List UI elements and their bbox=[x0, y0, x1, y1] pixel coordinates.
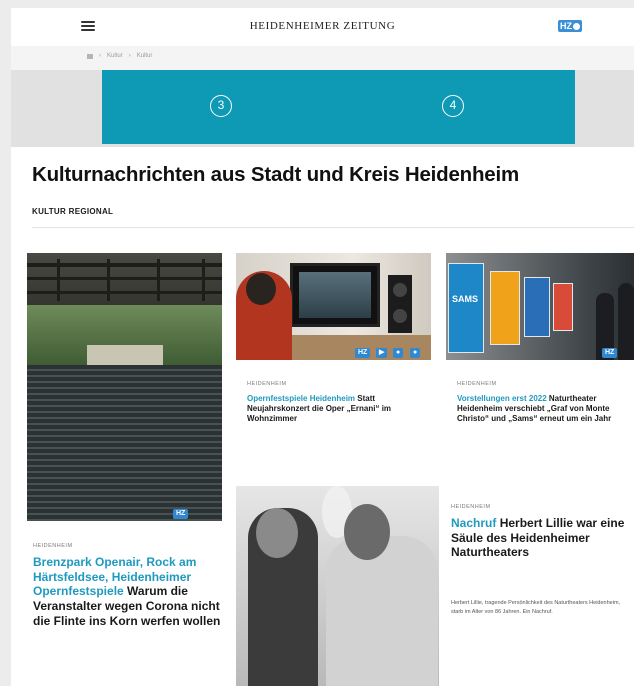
page: HEIDENHEIMER ZEITUNG HZ › Kultur › Kultu… bbox=[11, 8, 634, 686]
article-headline[interactable]: Nachruf Herbert Lillie war eine Säule de… bbox=[451, 516, 627, 560]
article-image[interactable]: HZ ▶ ● ● bbox=[236, 253, 431, 360]
article-card[interactable]: SAMS HZ HEIDENHEIM Vorstellungen erst 20… bbox=[446, 253, 634, 443]
hz-logo-text: HZ bbox=[560, 21, 572, 31]
hz-plus-badge: HZ bbox=[355, 348, 371, 358]
breadcrumb-separator: › bbox=[128, 53, 131, 59]
article-kicker: HEIDENHEIM bbox=[247, 381, 287, 387]
section-divider bbox=[32, 227, 634, 228]
article-headline[interactable]: Brenzpark Openair, Rock am Härtsfeldsee,… bbox=[33, 555, 225, 628]
roof-beams-graphic bbox=[27, 259, 222, 301]
home-icon[interactable] bbox=[87, 53, 93, 59]
image-poster bbox=[553, 283, 573, 331]
breadcrumb-item[interactable]: Kultur bbox=[107, 53, 123, 59]
image-viewer bbox=[236, 271, 292, 360]
article-image[interactable]: HZ bbox=[27, 253, 222, 521]
breadcrumb-bar: › Kultur › Kultur bbox=[11, 46, 634, 70]
article-kicker: HEIDENHEIM bbox=[451, 504, 491, 510]
image-person bbox=[618, 283, 634, 360]
page-title: Kulturnachrichten aus Stadt und Kreis He… bbox=[32, 163, 520, 186]
article-teaser: Herbert Lillie, tragende Persönlichkeit … bbox=[451, 600, 621, 615]
ad-zone: 3 4 bbox=[11, 70, 634, 147]
image-tv-screen bbox=[290, 263, 380, 327]
ad-banner[interactable]: 3 4 bbox=[102, 70, 575, 144]
article-image[interactable]: SAMS HZ bbox=[446, 253, 634, 360]
masthead-logo[interactable]: HEIDENHEIMER ZEITUNG bbox=[11, 20, 634, 32]
image-poster bbox=[490, 271, 520, 345]
image-stage bbox=[87, 345, 163, 367]
play-icon: ▶ bbox=[376, 348, 388, 358]
breadcrumb-separator: › bbox=[99, 53, 101, 59]
image-actor-head bbox=[256, 508, 298, 558]
article-headline[interactable]: Opernfestspiele Heidenheim Statt Neujahr… bbox=[247, 394, 419, 423]
section-label[interactable]: KULTUR REGIONAL bbox=[32, 207, 113, 216]
ad-slot-number: 4 bbox=[442, 95, 464, 117]
image-poster bbox=[524, 277, 550, 337]
video-icon: ● bbox=[393, 348, 404, 358]
article-headline[interactable]: Vorstellungen erst 2022 Naturtheater Hei… bbox=[457, 394, 629, 423]
article-card[interactable]: HZ HEIDENHEIM Brenzpark Openair, Rock am… bbox=[27, 253, 232, 686]
ad-slot-number: 3 bbox=[210, 95, 232, 117]
article-card[interactable]: HZ ▶ ● ● HEIDENHEIM Opernfestspiele Heid… bbox=[236, 253, 441, 443]
hz-plus-badge: HZ bbox=[173, 509, 189, 519]
plus-icon bbox=[573, 23, 580, 30]
audio-icon: ● bbox=[410, 348, 421, 358]
top-bar: HEIDENHEIMER ZEITUNG HZ bbox=[11, 8, 634, 46]
breadcrumb: › Kultur › Kultur bbox=[87, 53, 152, 59]
image-actor-head bbox=[344, 504, 390, 560]
article-topic: Vorstellungen erst 2022 bbox=[457, 394, 547, 403]
article-kicker: HEIDENHEIM bbox=[33, 543, 73, 549]
breadcrumb-item-current: Kultur bbox=[136, 53, 153, 59]
image-seats bbox=[27, 365, 222, 521]
article-topic: Nachruf bbox=[451, 516, 497, 530]
article-topic: Opernfestspiele Heidenheim bbox=[247, 394, 356, 403]
image-poster: SAMS bbox=[448, 263, 484, 353]
image-actor bbox=[326, 536, 438, 686]
article-card[interactable]: HEIDENHEIM Nachruf Herbert Lillie war ei… bbox=[236, 486, 634, 686]
article-kicker: HEIDENHEIM bbox=[457, 381, 497, 387]
hz-plus-logo[interactable]: HZ bbox=[558, 20, 582, 32]
poster-text: SAMS bbox=[452, 294, 479, 304]
image-speaker bbox=[388, 275, 412, 333]
article-image[interactable] bbox=[236, 486, 439, 686]
hz-plus-badge: HZ bbox=[602, 348, 618, 358]
